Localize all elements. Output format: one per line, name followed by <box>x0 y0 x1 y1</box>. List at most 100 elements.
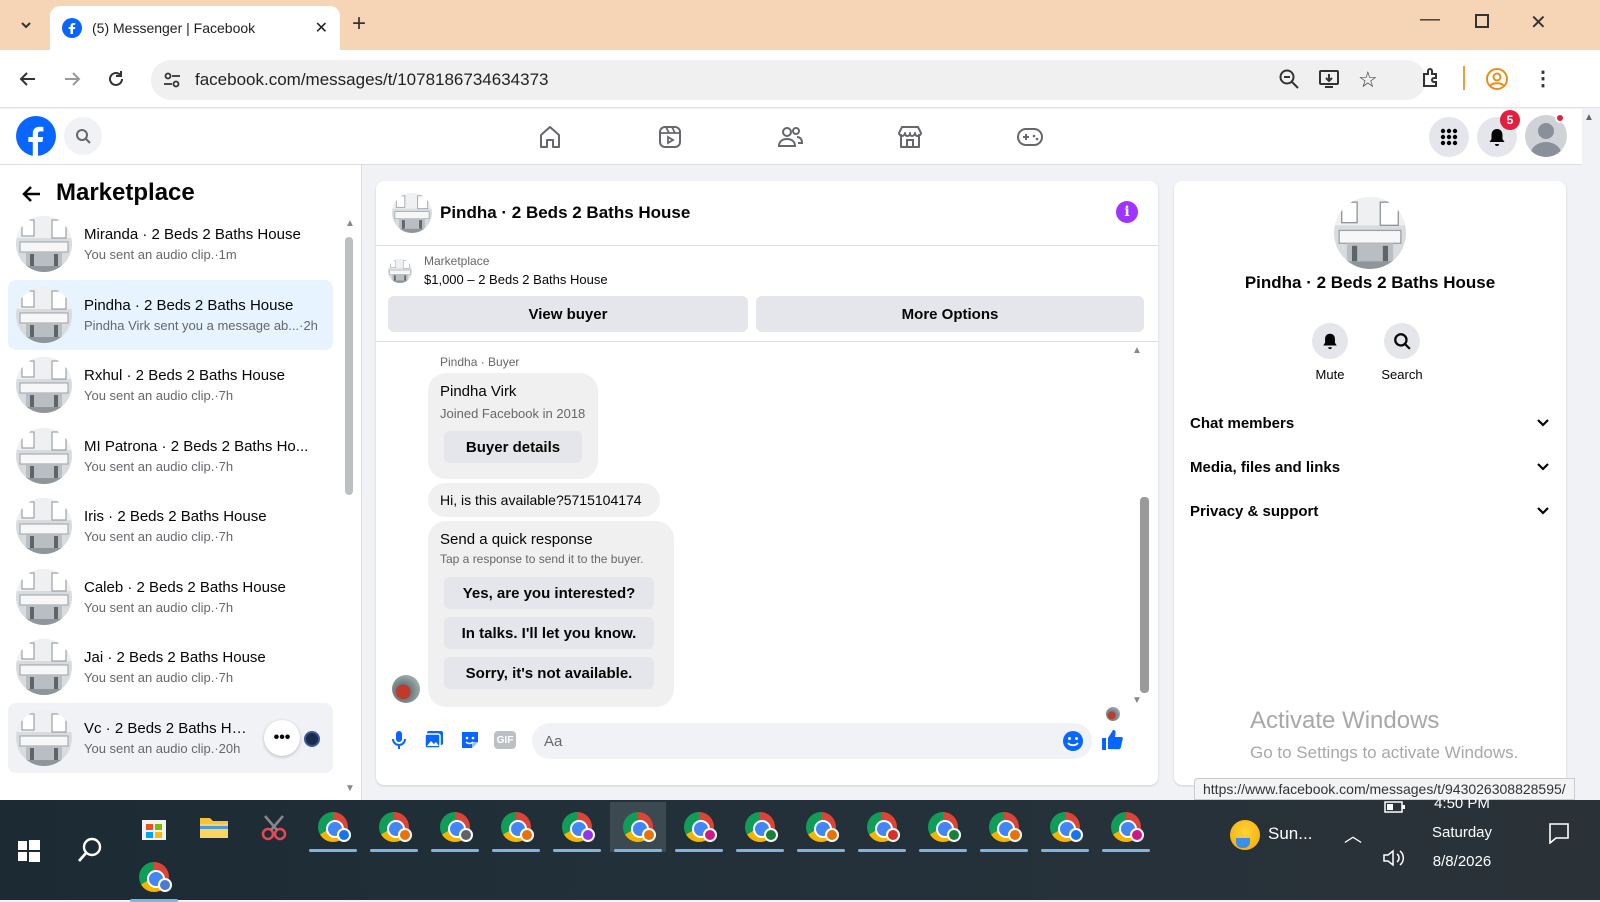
chrome-window-icon[interactable] <box>305 802 361 852</box>
conversation-item[interactable]: Rxhul · 2 Beds 2 Baths House You sent an … <box>8 350 333 420</box>
like-icon[interactable] <box>1100 728 1124 752</box>
quick-response-talks-button[interactable]: In talks. I'll let you know. <box>444 617 654 649</box>
scroll-up-icon[interactable]: ▲ <box>345 218 355 229</box>
zoom-icon[interactable] <box>1278 68 1300 90</box>
scroll-down-icon[interactable]: ▼ <box>345 783 355 794</box>
more-options-icon[interactable]: ••• <box>264 719 300 756</box>
message-input[interactable]: Aa <box>532 723 1092 759</box>
search-icon[interactable] <box>64 117 102 155</box>
quick-response-sorry-button[interactable]: Sorry, it's not available. <box>444 657 654 689</box>
show-hidden-icons-icon[interactable]: ︿ <box>1344 822 1362 848</box>
media-section[interactable]: Media, files and links <box>1190 447 1550 487</box>
friends-icon[interactable] <box>730 109 850 165</box>
clock-day[interactable]: Saturday <box>1420 824 1504 841</box>
browser-tab[interactable]: (5) Messenger | Facebook ✕ <box>50 6 340 50</box>
conversation-item[interactable]: MI Patrona · 2 Beds 2 Baths Ho... You sen… <box>8 421 333 491</box>
conversation-item[interactable]: Jai · 2 Beds 2 Baths House You sent an au… <box>8 632 333 702</box>
chrome-window-icon[interactable] <box>793 802 849 852</box>
chrome-window-icon[interactable] <box>732 802 788 852</box>
conversation-item[interactable]: Caleb · 2 Beds 2 Baths House You sent an … <box>8 562 333 632</box>
bookmark-star-icon[interactable]: ☆ <box>1358 67 1378 93</box>
weather-text[interactable]: Sun... <box>1268 824 1312 844</box>
marketplace-icon[interactable] <box>850 109 970 165</box>
windows-start-icon[interactable] <box>18 840 40 862</box>
chat-title[interactable]: Pindha · 2 Beds 2 Baths House <box>440 203 690 223</box>
info-icon[interactable]: i <box>1116 201 1138 223</box>
chrome-window-icon[interactable] <box>854 802 910 852</box>
conversation-item[interactable]: Iris · 2 Beds 2 Baths House You sent an a… <box>8 491 333 561</box>
sidebar-scrollbar[interactable] <box>345 237 353 495</box>
chrome-window-icon[interactable] <box>549 802 605 852</box>
chrome-window-icon[interactable] <box>366 802 422 852</box>
sticker-icon[interactable] <box>460 730 480 750</box>
microsoft-store-icon[interactable] <box>126 802 182 852</box>
chat-members-section[interactable]: Chat members <box>1190 403 1550 443</box>
message-bubble[interactable]: Hi, is this available?5715104174 <box>428 483 660 517</box>
back-arrow-icon[interactable] <box>20 182 44 206</box>
url-bar[interactable]: facebook.com/messages/t/1078186734634373 <box>151 60 1426 100</box>
close-tab-icon[interactable]: ✕ <box>315 18 328 38</box>
page-scroll-up-icon[interactable]: ▲ <box>1584 112 1594 123</box>
image-icon[interactable] <box>424 730 444 750</box>
chrome-window-icon[interactable] <box>1037 802 1093 852</box>
profile-icon[interactable] <box>1485 67 1509 91</box>
extensions-icon[interactable] <box>1420 67 1442 89</box>
listing-source: Marketplace <box>424 254 490 268</box>
details-search-icon[interactable] <box>1384 323 1420 359</box>
video-icon[interactable] <box>610 109 730 165</box>
clock-time[interactable]: 4:50 PM <box>1420 795 1504 812</box>
new-tab-icon[interactable]: + <box>352 10 366 38</box>
quick-sub: Tap a response to send it to the buyer. <box>440 552 644 566</box>
buyer-avatar[interactable] <box>392 675 420 703</box>
restore-icon[interactable] <box>1475 14 1489 28</box>
forward-icon[interactable] <box>54 61 90 97</box>
search-label[interactable]: Search <box>1372 367 1432 382</box>
buyer-details-button[interactable]: Buyer details <box>444 431 582 463</box>
gaming-icon[interactable] <box>970 109 1090 165</box>
reload-icon[interactable] <box>98 61 134 97</box>
chrome-window-icon[interactable] <box>976 802 1032 852</box>
facebook-logo-icon[interactable] <box>15 115 57 157</box>
volume-icon[interactable] <box>1382 848 1406 868</box>
details-avatar[interactable] <box>1334 197 1406 269</box>
chrome-window-icon[interactable] <box>610 802 666 852</box>
microphone-icon[interactable] <box>390 729 408 751</box>
tab-search-icon[interactable] <box>8 7 44 43</box>
clock-date[interactable]: 8/8/2026 <box>1420 853 1504 870</box>
menu-grid-icon[interactable] <box>1429 117 1469 157</box>
minimize-icon[interactable]: — <box>1420 8 1440 31</box>
taskbar-search-icon[interactable] <box>76 836 104 866</box>
chrome-window-icon[interactable] <box>427 802 483 852</box>
browser-menu-icon[interactable]: ⋮ <box>1533 66 1553 91</box>
conversation-item[interactable]: Pindha · 2 Beds 2 Baths House Pindha Virk… <box>8 279 333 350</box>
more-options-button[interactable]: More Options <box>756 296 1144 332</box>
battery-icon[interactable] <box>1384 800 1406 814</box>
home-icon[interactable] <box>490 109 610 165</box>
emoji-icon[interactable] <box>1062 730 1084 752</box>
site-info-icon[interactable] <box>163 71 181 89</box>
scroll-down-icon[interactable]: ▼ <box>1132 695 1142 706</box>
conversation-item[interactable]: Miranda · 2 Beds 2 Baths House You sent a… <box>8 209 333 279</box>
view-buyer-button[interactable]: View buyer <box>388 296 748 332</box>
chrome-window-icon[interactable] <box>488 802 544 852</box>
chat-scrollbar[interactable] <box>1140 497 1149 693</box>
mute-icon[interactable] <box>1312 323 1348 359</box>
conversation-item[interactable]: Vc · 2 Beds 2 Baths House You sent an aud… <box>8 702 333 773</box>
chrome-app-icon[interactable] <box>126 852 182 902</box>
snipping-tool-icon[interactable] <box>246 802 302 852</box>
chrome-window-icon[interactable] <box>671 802 727 852</box>
chrome-window-icon[interactable] <box>915 802 971 852</box>
back-icon[interactable] <box>10 61 46 97</box>
file-explorer-icon[interactable] <box>186 802 242 852</box>
scroll-up-icon[interactable]: ▲ <box>1132 345 1142 356</box>
chat-avatar[interactable] <box>392 193 432 233</box>
install-app-icon[interactable] <box>1318 68 1340 90</box>
mute-label[interactable]: Mute <box>1300 367 1360 382</box>
close-window-icon[interactable]: ✕ <box>1530 10 1547 35</box>
privacy-section[interactable]: Privacy & support <box>1190 491 1550 531</box>
quick-response-yes-button[interactable]: Yes, are you interested? <box>444 577 654 609</box>
notification-center-icon[interactable] <box>1548 822 1570 844</box>
chrome-window-icon[interactable] <box>1098 802 1154 852</box>
listing-text[interactable]: $1,000 – 2 Beds 2 Baths House <box>424 272 608 287</box>
gif-icon[interactable]: GIF <box>494 731 516 749</box>
